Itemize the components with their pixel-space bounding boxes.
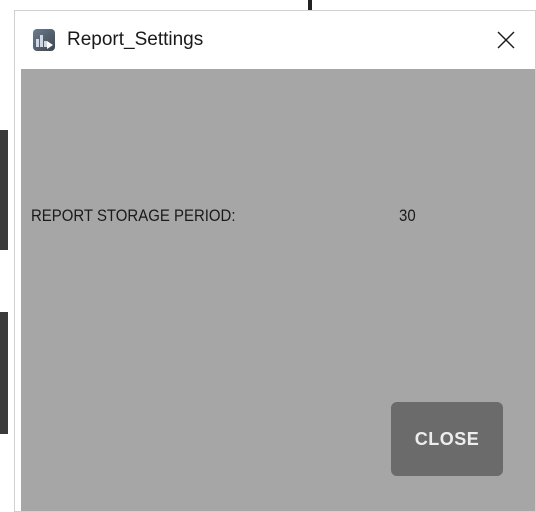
report-app-icon — [33, 29, 55, 51]
window-close-button[interactable] — [489, 23, 523, 57]
close-button[interactable]: CLOSE — [391, 402, 503, 476]
storage-period-value: 30 — [399, 206, 416, 225]
window-title: Report_Settings — [67, 29, 204, 50]
title-bar[interactable]: Report_Settings — [15, 11, 535, 69]
report-settings-dialog: Report_Settings REPORT STORAGE PERIOD: 3… — [14, 10, 536, 512]
background-window-fragment — [0, 130, 8, 250]
close-button-label: CLOSE — [414, 428, 480, 449]
settings-panel: REPORT STORAGE PERIOD: 30 CLOSE — [21, 69, 535, 511]
close-icon — [497, 31, 515, 49]
storage-period-label: REPORT STORAGE PERIOD: — [31, 206, 236, 225]
background-window-fragment — [0, 312, 8, 434]
